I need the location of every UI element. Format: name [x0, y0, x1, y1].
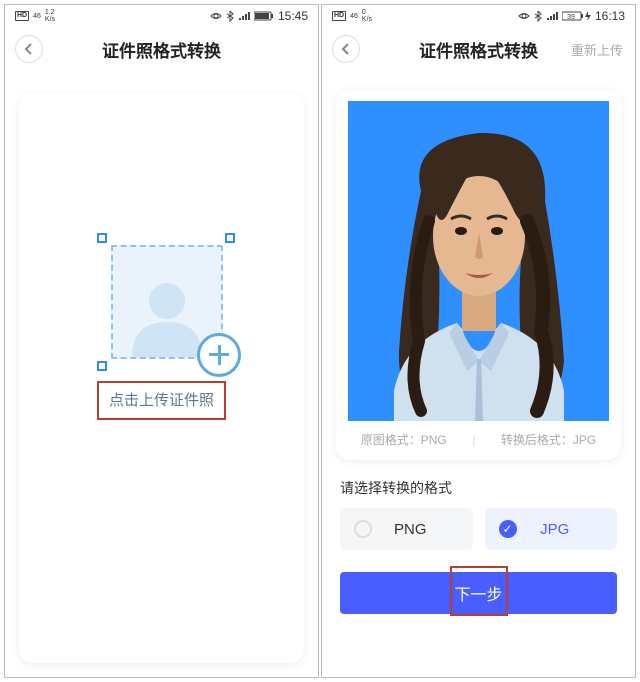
battery-icon	[254, 11, 274, 21]
phone-right: HD 46 0K/s 39 16:13	[321, 4, 636, 678]
battery-icon: 39	[562, 11, 591, 21]
format-option-jpg[interactable]: ✓ JPG	[485, 508, 618, 550]
next-button-label: 下一步	[454, 581, 502, 605]
phone-left: HD 46 1.2K/s 15:45	[4, 4, 319, 678]
next-button[interactable]: 下一步	[340, 572, 617, 614]
title-bar: 证件照格式转换	[5, 27, 318, 71]
hd-badge: HD	[332, 11, 346, 21]
status-bar: HD 46 0K/s 39 16:13	[322, 5, 635, 27]
photo-meta: 原图格式：PNG | 转换后格式：JPG	[348, 431, 609, 448]
back-button[interactable]	[332, 35, 360, 63]
format-label: PNG	[362, 521, 459, 538]
bluetooth-icon	[226, 10, 234, 22]
signal-icon	[546, 11, 558, 21]
dual-screenshot: HD 46 1.2K/s 15:45	[0, 0, 640, 682]
clock: 16:13	[595, 9, 625, 23]
format-label: JPG	[507, 521, 604, 538]
page-title: 证件照格式转换	[5, 37, 318, 62]
signal-icon	[238, 11, 250, 21]
format-options: PNG ✓ JPG	[322, 508, 635, 550]
charging-icon	[585, 11, 591, 21]
eye-icon	[210, 11, 222, 21]
eye-icon	[518, 11, 530, 21]
title-bar: 证件照格式转换 重新上传	[322, 27, 635, 71]
upload-card: 点击上传证件照	[19, 93, 304, 663]
portrait-photo	[349, 101, 609, 421]
svg-text:39: 39	[567, 14, 575, 21]
upload-label: 点击上传证件照	[97, 381, 226, 420]
plus-icon	[197, 333, 241, 377]
upload-area[interactable]: 点击上传证件照	[97, 237, 226, 420]
meta-separator: |	[472, 433, 475, 447]
chevron-left-icon	[24, 43, 34, 55]
net-badge: 46	[33, 13, 41, 20]
net-speed: 0K/s	[362, 9, 372, 23]
status-bar: HD 46 1.2K/s 15:45	[5, 5, 318, 27]
crop-frame-icon	[101, 237, 221, 357]
format-option-png[interactable]: PNG	[340, 508, 473, 550]
photo-card: 原图格式：PNG | 转换后格式：JPG	[336, 89, 621, 460]
hd-badge: HD	[15, 11, 29, 21]
chevron-left-icon	[341, 43, 351, 55]
clock: 15:45	[278, 9, 308, 23]
format-section-title: 请选择转换的格式	[340, 478, 617, 498]
reupload-link[interactable]: 重新上传	[571, 40, 623, 59]
id-photo-preview	[348, 101, 609, 421]
net-badge: 46	[350, 13, 358, 20]
back-button[interactable]	[15, 35, 43, 63]
source-format: 原图格式：PNG	[361, 431, 447, 448]
target-format: 转换后格式：JPG	[501, 431, 596, 448]
net-speed: 1.2K/s	[45, 9, 55, 23]
bluetooth-icon	[534, 10, 542, 22]
